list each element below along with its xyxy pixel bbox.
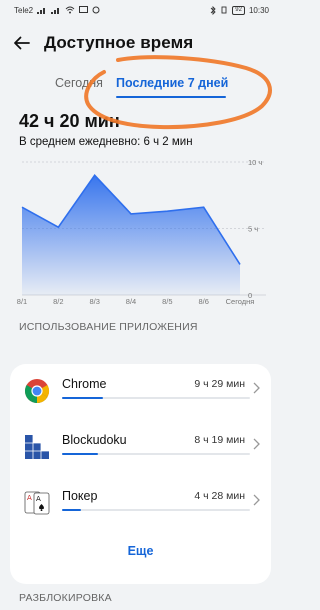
back-button[interactable] — [0, 26, 44, 60]
app-time: 9 ч 29 мин — [194, 378, 245, 390]
usage-area — [22, 175, 240, 295]
notification-icon — [92, 6, 100, 14]
playing-cards-icon: A A — [24, 491, 50, 515]
clock: 10:30 — [248, 5, 269, 15]
tab-today[interactable]: Сегодня — [55, 76, 103, 90]
usage-chart: 10 ч5 ч0 8/1 8/2 8/3 8/4 8/5 8/6 Сегодня — [17, 158, 266, 306]
more-button[interactable]: Еще — [10, 544, 271, 558]
app-row-chrome[interactable]: Chrome 9 ч 29 мин — [10, 364, 271, 420]
daily-average: В среднем ежедневно: 6 ч 2 мин — [19, 136, 193, 148]
y-tick-label: 10 ч — [248, 158, 262, 167]
tab-last-7-days[interactable]: Последние 7 дней — [116, 76, 228, 90]
x-tick-label: 8/4 — [126, 297, 136, 306]
x-tick-label: 8/6 — [198, 297, 208, 306]
bluetooth-icon — [210, 5, 216, 15]
app-bar: Доступное время — [0, 26, 281, 60]
active-tab-indicator — [116, 96, 226, 98]
app-name: Chrome — [62, 377, 107, 391]
x-tick-label: Сегодня — [226, 297, 255, 306]
x-tick-label: 8/1 — [17, 297, 27, 306]
app-time: 8 ч 19 мин — [194, 434, 245, 446]
status-bar: Tele2 92 10:30 — [0, 0, 281, 20]
app-row-poker[interactable]: A A Покер 4 ч 28 мин — [10, 476, 271, 532]
chevron-right-icon — [253, 438, 260, 450]
x-tick-label: 8/5 — [162, 297, 172, 306]
total-time: 42 ч 20 мин — [19, 111, 120, 131]
usage-bar-fill — [62, 453, 98, 455]
usage-bar — [62, 397, 250, 399]
signal-icon-2 — [51, 8, 60, 14]
usage-bar — [62, 453, 250, 455]
svg-text:A: A — [27, 494, 32, 502]
message-icon — [79, 6, 89, 13]
y-tick-label: 5 ч — [248, 225, 258, 234]
signal-icon — [37, 8, 46, 14]
usage-bar — [62, 509, 250, 511]
arrow-left-icon — [14, 36, 30, 50]
chevron-right-icon — [253, 382, 260, 394]
x-tick-label: 8/3 — [89, 297, 99, 306]
app-name: Blockudoku — [62, 433, 127, 447]
unlock-section-label: РАЗБЛОКИРОВКА — [19, 592, 112, 604]
apps-card: Chrome 9 ч 29 мин Blockudoku 8 ч 19 мин … — [10, 364, 271, 584]
chrome-icon — [24, 379, 50, 404]
usage-bar-fill — [62, 397, 104, 399]
usage-bar-fill — [62, 509, 81, 511]
period-tabs: Сегодня Последние 7 дней — [0, 76, 281, 100]
svg-text:A: A — [36, 495, 41, 503]
apps-section-label: ИСПОЛЬЗОВАНИЕ ПРИЛОЖЕНИЯ — [19, 321, 198, 333]
carrier-label: Tele2 — [14, 5, 34, 15]
app-row-blockudoku[interactable]: Blockudoku 8 ч 19 мин — [10, 420, 271, 476]
app-time: 4 ч 28 мин — [194, 490, 245, 502]
app-name: Покер — [62, 489, 98, 503]
chevron-right-icon — [253, 494, 260, 506]
page-title: Доступное время — [44, 33, 194, 52]
x-tick-label: 8/2 — [53, 297, 63, 306]
vibrate-icon — [221, 6, 227, 14]
wifi-icon — [65, 6, 75, 14]
battery-indicator: 92 — [232, 5, 245, 15]
blockudoku-icon — [24, 434, 50, 460]
